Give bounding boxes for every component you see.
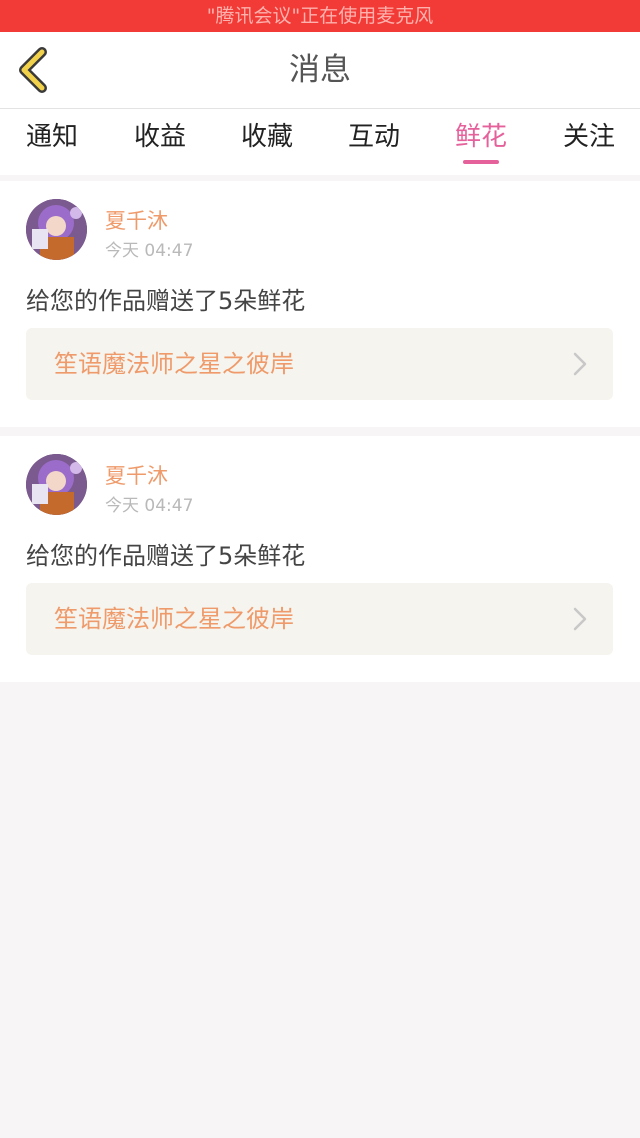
page-title: 消息 <box>289 52 351 88</box>
tab-follows[interactable]: 关注 <box>562 109 616 169</box>
work-link[interactable]: 笙语魔法师之星之彼岸 <box>26 328 613 400</box>
tab-bar: 通知 收益 收藏 互动 鲜花 关注 <box>0 109 640 175</box>
message-card: 夏千沐 今天 04:47 给您的作品赠送了5朵鲜花 笙语魔法师之星之彼岸 <box>0 181 640 427</box>
work-link[interactable]: 笙语魔法师之星之彼岸 <box>26 583 613 655</box>
message-text: 给您的作品赠送了5朵鲜花 <box>26 542 306 570</box>
avatar[interactable] <box>26 199 87 260</box>
chevron-right-icon <box>573 607 587 631</box>
username[interactable]: 夏千沐 <box>105 460 168 490</box>
avatar[interactable] <box>26 454 87 515</box>
active-tab-indicator <box>463 160 499 164</box>
tab-interactions[interactable]: 互动 <box>347 109 401 169</box>
message-card: 夏千沐 今天 04:47 给您的作品赠送了5朵鲜花 笙语魔法师之星之彼岸 <box>0 436 640 682</box>
avatar-image <box>26 199 87 260</box>
work-title: 笙语魔法师之星之彼岸 <box>54 350 294 378</box>
tab-favorites[interactable]: 收藏 <box>240 109 294 169</box>
status-bar: "腾讯会议"正在使用麦克风 <box>0 0 640 32</box>
status-bar-text: "腾讯会议"正在使用麦克风 <box>206 5 434 27</box>
work-title: 笙语魔法师之星之彼岸 <box>54 605 294 633</box>
tab-notifications[interactable]: 通知 <box>25 109 79 169</box>
timestamp: 今天 04:47 <box>105 496 194 516</box>
tab-earnings[interactable]: 收益 <box>133 109 187 169</box>
message-text: 给您的作品赠送了5朵鲜花 <box>26 287 306 315</box>
username[interactable]: 夏千沐 <box>105 205 168 235</box>
chevron-right-icon <box>573 352 587 376</box>
avatar-image <box>26 454 87 515</box>
nav-bar: 消息 <box>0 32 640 109</box>
timestamp: 今天 04:47 <box>105 241 194 261</box>
